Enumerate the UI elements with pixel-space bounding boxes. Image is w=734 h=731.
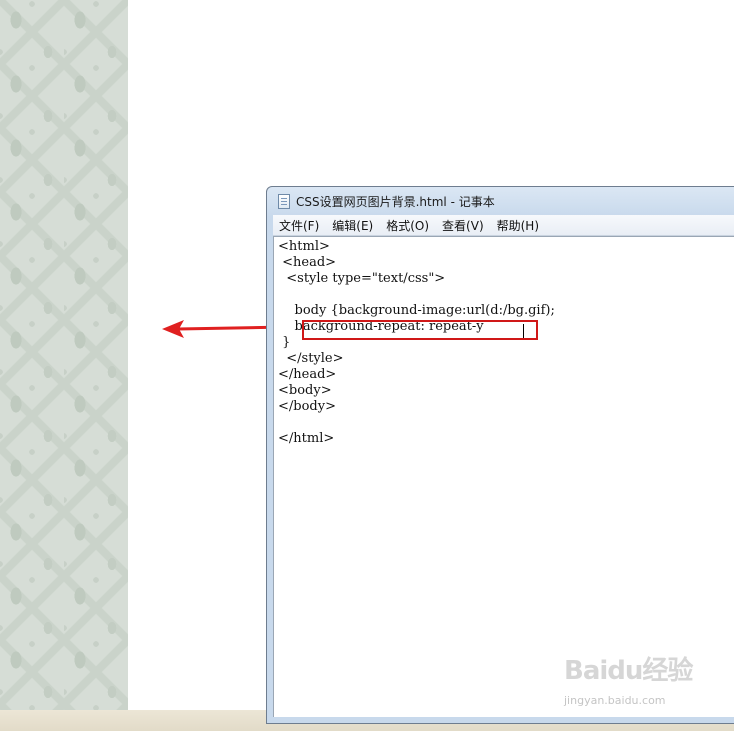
code-line: <head> <box>278 255 337 270</box>
code-line: } <box>278 335 291 350</box>
menu-help[interactable]: 帮助(H) <box>491 217 545 234</box>
window-title: CSS设置网页图片背景.html - 记事本 <box>296 194 495 209</box>
text-editor-area[interactable]: <html> <head> <style type="text/css"> bo… <box>273 236 734 717</box>
watermark-url: jingyan.baidu.com <box>564 694 666 707</box>
watermark-logo: Baidu经验 <box>564 656 693 686</box>
notepad-window[interactable]: CSS设置网页图片背景.html - 记事本 文件(F) 编辑(E) 格式(O)… <box>266 186 734 724</box>
menu-format[interactable]: 格式(O) <box>380 217 435 234</box>
title-bar[interactable]: CSS设置网页图片背景.html - 记事本 <box>267 187 734 215</box>
red-highlight-box <box>302 320 538 340</box>
menu-bar: 文件(F) 编辑(E) 格式(O) 查看(V) 帮助(H) <box>273 215 734 236</box>
menu-edit[interactable]: 编辑(E) <box>326 217 379 234</box>
text-caret <box>523 324 524 338</box>
code-line: </html> <box>278 431 335 446</box>
code-line: <html> <box>278 239 330 254</box>
code-line: </head> <box>278 367 337 382</box>
code-line: </body> <box>278 399 336 414</box>
menu-view[interactable]: 查看(V) <box>436 217 490 234</box>
background-pattern-strip <box>0 0 128 710</box>
code-line: <body> <box>278 383 332 398</box>
code-line: body {background-image:url(d:/bg.gif); <box>278 303 555 318</box>
code-line: <style type="text/css"> <box>278 271 446 286</box>
baidu-watermark: Baidu经验 jingyan.baidu.com <box>560 650 700 710</box>
menu-file[interactable]: 文件(F) <box>273 217 325 234</box>
code-line: </style> <box>278 351 344 366</box>
notepad-icon <box>278 193 290 209</box>
